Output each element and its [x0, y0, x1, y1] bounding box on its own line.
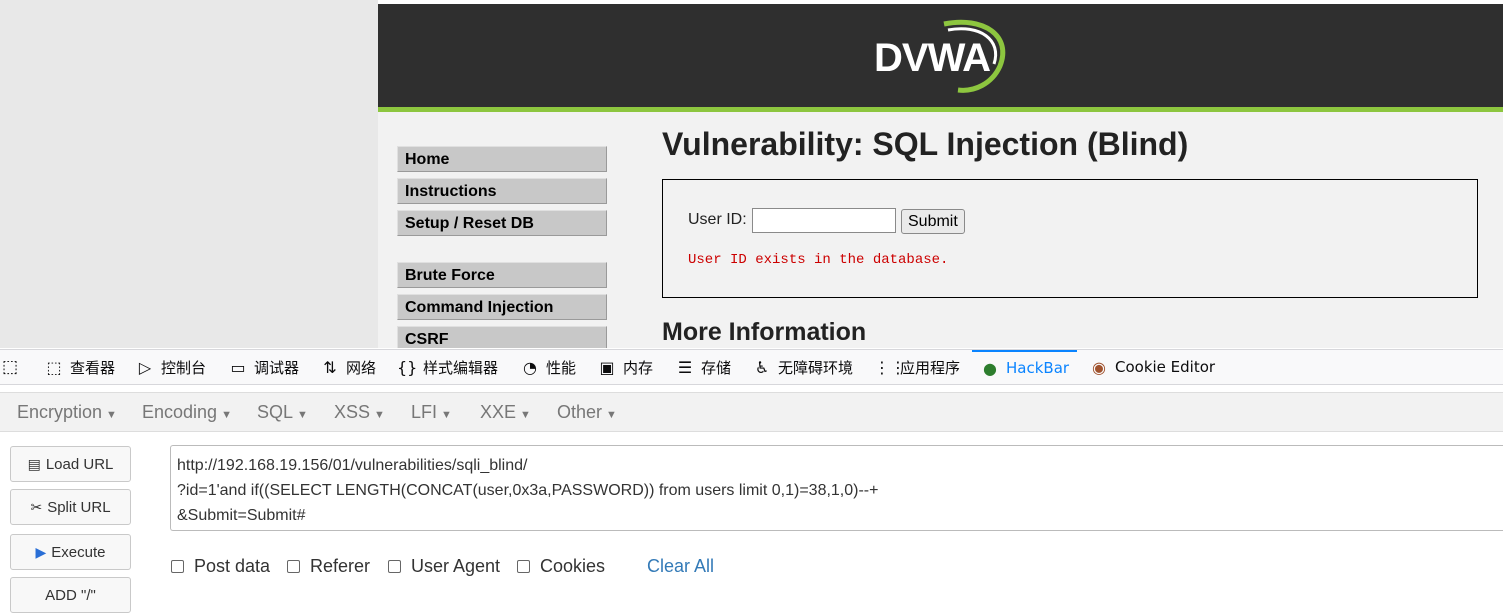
user-id-label: User ID: [688, 211, 747, 228]
hackbar-menu: Encryption ▼ Encoding ▼ SQL ▼ XSS ▼ LFI ▼ XXE… [0, 392, 1503, 432]
menu-sql[interactable]: SQL ▼ [257, 402, 308, 423]
menu-other[interactable]: Other ▼ [557, 402, 617, 423]
menu-item-command-injection[interactable]: Command Injection [397, 294, 607, 320]
menu-xss[interactable]: XSS ▼ [334, 402, 385, 423]
tab-style-editor[interactable]: {} 样式编辑器 [397, 350, 498, 384]
menu-xxe[interactable]: XXE ▼ [480, 402, 531, 423]
add-slashes-button[interactable]: ADD "/" [10, 577, 131, 613]
tab-storage[interactable]: ☰ 存储 [675, 350, 731, 384]
tab-console[interactable]: ▷ 控制台 [135, 350, 206, 384]
hackbar-icon: ● [983, 358, 997, 378]
menu-item-setup-reset-db[interactable]: Setup / Reset DB [397, 210, 607, 236]
tab-performance[interactable]: ◔ 性能 [520, 350, 576, 384]
menu-item-csrf[interactable]: CSRF [397, 326, 607, 348]
menu-encryption[interactable]: Encryption ▼ [17, 402, 117, 423]
cookies-checkbox[interactable] [517, 560, 530, 573]
url-line: ?id=1'and if((SELECT LENGTH(CONCAT(user,… [177, 482, 879, 499]
user-agent-option[interactable]: User Agent [388, 556, 500, 577]
cookie-icon: ◉ [1092, 357, 1106, 377]
caret-down-icon: ▼ [297, 409, 308, 421]
page-title: Vulnerability: SQL Injection (Blind) [662, 126, 1189, 162]
performance-icon: ◔ [523, 357, 537, 377]
post-data-option[interactable]: Post data [171, 556, 270, 577]
element-picker-icon[interactable]: ⬚ [2, 357, 18, 377]
tab-inspector[interactable]: ⬚ 查看器 [44, 350, 115, 384]
tab-accessibility[interactable]: ♿ 无障碍环境 [752, 350, 853, 384]
user-id-input[interactable] [752, 208, 896, 233]
tab-application[interactable]: ⋮⋮ 应用程序 [874, 350, 960, 384]
menu-item-home[interactable]: Home [397, 146, 607, 172]
caret-down-icon: ▼ [374, 409, 385, 421]
caret-down-icon: ▼ [106, 409, 117, 421]
post-data-checkbox[interactable] [171, 560, 184, 573]
memory-icon: ▣ [599, 357, 615, 377]
url-line: http://192.168.19.156/01/vulnerabilities… [177, 457, 528, 474]
tab-network[interactable]: ⇅ 网络 [320, 350, 376, 384]
dvwa-menu: Home Instructions Setup / Reset DB Brute… [397, 146, 609, 348]
dvwa-body: Home Instructions Setup / Reset DB Brute… [378, 112, 1503, 348]
debugger-icon: ▭ [230, 357, 246, 377]
style-editor-icon: {} [397, 357, 418, 377]
left-blank-area [0, 0, 378, 348]
sqli-form-box: User ID: Submit User ID exists in the da… [662, 179, 1478, 298]
menu-item-instructions[interactable]: Instructions [397, 178, 607, 204]
menu-encoding[interactable]: Encoding ▼ [142, 402, 232, 423]
tab-memory[interactable]: ▣ 内存 [597, 350, 653, 384]
referer-option[interactable]: Referer [287, 556, 370, 577]
caret-down-icon: ▼ [606, 409, 617, 421]
dvwa-logo: DVWA [874, 16, 1014, 96]
url-textarea[interactable]: http://192.168.19.156/01/vulnerabilities… [170, 445, 1503, 531]
menu-item-brute-force[interactable]: Brute Force [397, 262, 607, 288]
network-icon: ⇅ [323, 357, 337, 377]
submit-button[interactable]: Submit [901, 209, 965, 234]
tab-cookie-editor[interactable]: ◉ Cookie Editor [1089, 350, 1215, 384]
caret-down-icon: ▼ [441, 409, 452, 421]
cookies-option[interactable]: Cookies [517, 556, 605, 577]
accessibility-icon: ♿ [754, 357, 770, 377]
inspector-icon: ⬚ [46, 357, 62, 377]
load-url-button[interactable]: ▤ Load URL [10, 446, 131, 482]
caret-down-icon: ▼ [221, 409, 232, 421]
console-icon: ▷ [138, 357, 152, 377]
tab-hackbar[interactable]: ● HackBar [972, 350, 1078, 384]
dvwa-header: DVWA [378, 4, 1503, 107]
load-url-icon: ▤ [27, 455, 41, 472]
caret-down-icon: ▼ [520, 409, 531, 421]
storage-icon: ☰ [677, 357, 693, 377]
more-info-heading: More Information [662, 318, 867, 346]
referer-checkbox[interactable] [287, 560, 300, 573]
user-agent-checkbox[interactable] [388, 560, 401, 573]
menu-lfi[interactable]: LFI ▼ [411, 402, 452, 423]
result-message: User ID exists in the database. [688, 252, 949, 268]
logo-text: DVWA [874, 36, 991, 80]
url-line: &Submit=Submit# [177, 507, 306, 524]
clear-all-link[interactable]: Clear All [647, 556, 714, 577]
split-url-button[interactable]: ✂ Split URL [10, 489, 131, 525]
tab-debugger[interactable]: ▭ 调试器 [228, 350, 299, 384]
execute-button[interactable]: ▶ Execute [10, 534, 131, 570]
play-icon: ▶ [35, 543, 47, 560]
devtools-toolbar: ⬚ ⬚ 查看器 ▷ 控制台 ▭ 调试器 ⇅ 网络 {} 样式编辑器 ◔ 性能 ▣ 内存 ☰ 存储… [0, 349, 1503, 385]
scissors-icon: ✂ [30, 498, 43, 515]
application-icon: ⋮⋮ [874, 357, 906, 377]
